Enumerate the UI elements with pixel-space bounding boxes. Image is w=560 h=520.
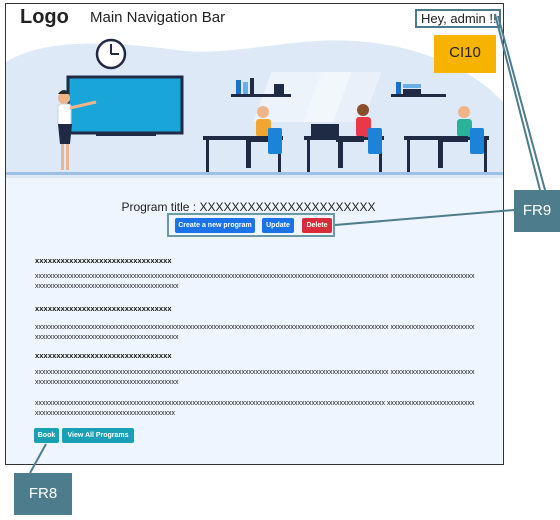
connector-line	[494, 13, 541, 191]
connector-line	[29, 443, 47, 474]
annotation-connectors	[29, 13, 546, 474]
connector-line	[497, 15, 546, 191]
connector-line	[334, 209, 515, 226]
